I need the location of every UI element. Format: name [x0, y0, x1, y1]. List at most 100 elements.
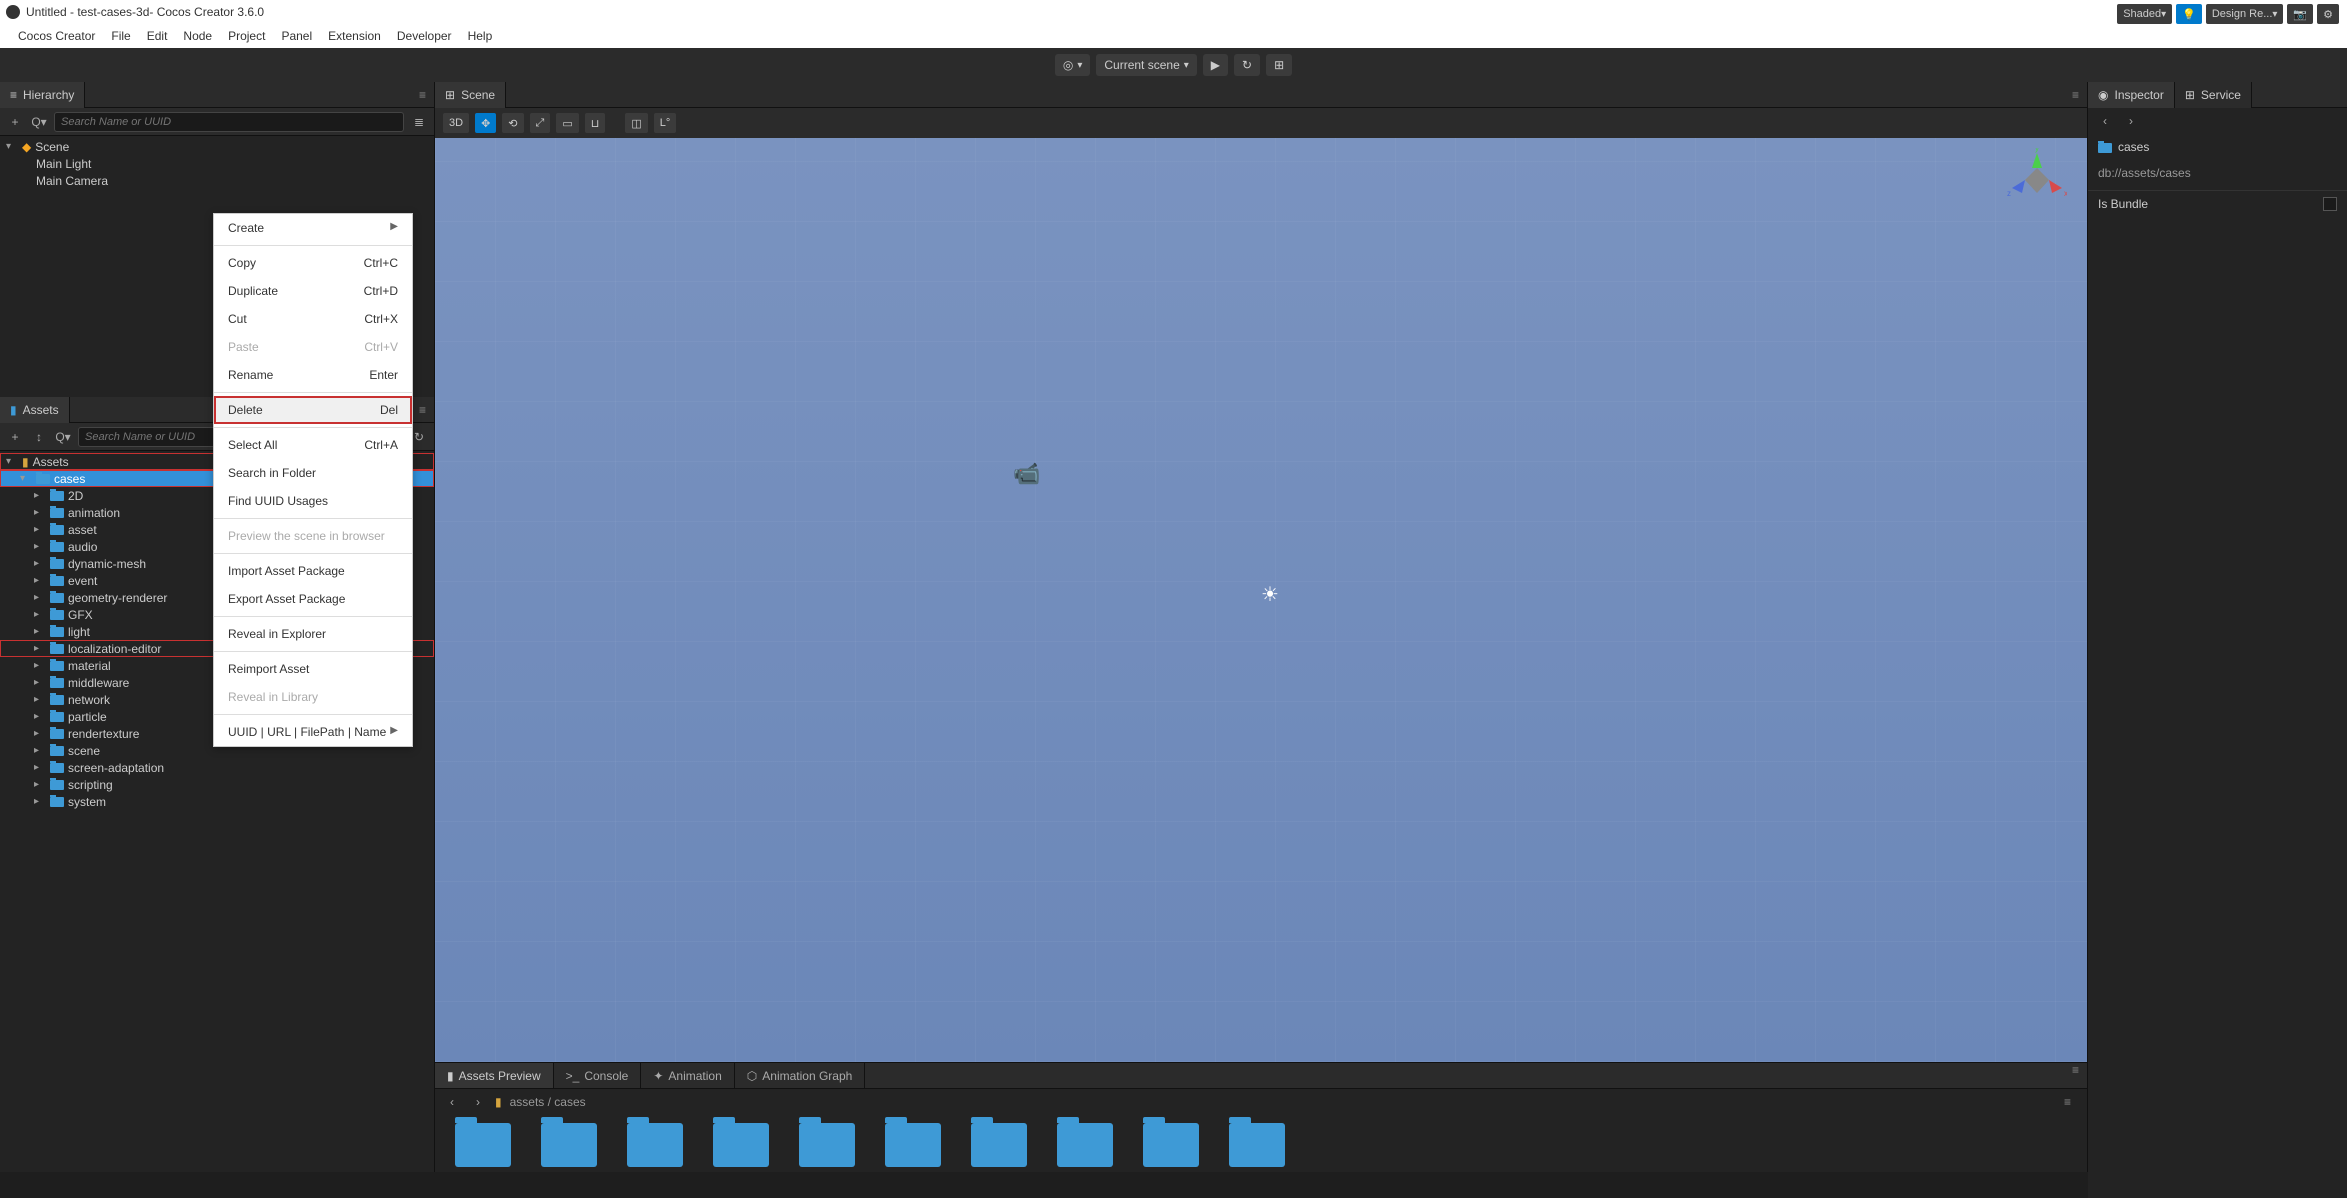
mode-3d-button[interactable]: 3D [443, 113, 469, 133]
forward-icon[interactable]: › [2122, 112, 2140, 130]
caret-icon[interactable]: ▾ [6, 141, 18, 152]
tab-assets-preview[interactable]: ▮Assets Preview [435, 1063, 554, 1088]
caret-icon[interactable]: ▸ [34, 541, 46, 552]
menu-item-find-uuid-usages[interactable]: Find UUID Usages [214, 487, 412, 515]
menu-extension[interactable]: Extension [320, 25, 389, 47]
camera-gizmo-icon[interactable]: 📹 [1013, 461, 1040, 487]
add-icon[interactable]: + [6, 428, 24, 446]
menu-edit[interactable]: Edit [139, 25, 176, 47]
menu-panel[interactable]: Panel [273, 25, 320, 47]
axis-gizmo[interactable]: y x z [2007, 148, 2067, 208]
hierarchy-tab[interactable]: ≡ Hierarchy [0, 82, 85, 108]
menu-item-uuid-url-filepath-name[interactable]: UUID | URL | FilePath | Name▶ [214, 718, 412, 746]
menu-developer[interactable]: Developer [389, 25, 460, 47]
design-dropdown[interactable]: Design Re... ▾ [2206, 4, 2284, 24]
tree-item-main-camera[interactable]: Main Camera [0, 172, 434, 189]
panel-menu-icon[interactable]: ≡ [2056, 1095, 2079, 1109]
list-icon[interactable]: ≣ [410, 113, 428, 131]
tree-item-screen-adaptation[interactable]: ▸screen-adaptation [0, 759, 434, 776]
menu-item-reveal-in-explorer[interactable]: Reveal in Explorer [214, 620, 412, 648]
menu-cocos-creator[interactable]: Cocos Creator [10, 25, 103, 47]
folder-thumbnail[interactable] [455, 1123, 511, 1167]
scene-selector[interactable]: Current scene ▾ [1096, 54, 1196, 76]
menu-item-delete[interactable]: DeleteDel [214, 396, 412, 424]
tree-item-system[interactable]: ▸system [0, 793, 434, 810]
add-icon[interactable]: + [6, 113, 24, 131]
grid-button[interactable]: ⊞ [1266, 54, 1292, 76]
forward-icon[interactable]: › [469, 1093, 487, 1111]
caret-icon[interactable]: ▸ [34, 490, 46, 501]
caret-icon[interactable]: ▸ [34, 728, 46, 739]
search-mode-icon[interactable]: Q▾ [30, 113, 48, 131]
menu-item-rename[interactable]: RenameEnter [214, 361, 412, 389]
caret-icon[interactable]: ▸ [34, 643, 46, 654]
folder-thumbnail[interactable] [799, 1123, 855, 1167]
scale-tool[interactable]: ⤢ [530, 113, 551, 133]
folder-thumbnail[interactable] [1229, 1123, 1285, 1167]
caret-icon[interactable]: ▸ [34, 592, 46, 603]
menu-item-search-in-folder[interactable]: Search in Folder [214, 459, 412, 487]
folder-thumbnail[interactable] [713, 1123, 769, 1167]
caret-icon[interactable]: ▸ [34, 796, 46, 807]
panel-menu-icon[interactable]: ≡ [2064, 88, 2087, 102]
is-bundle-checkbox[interactable] [2323, 197, 2337, 211]
caret-icon[interactable]: ▸ [34, 694, 46, 705]
breadcrumb[interactable]: assets / cases [510, 1095, 586, 1109]
caret-icon[interactable]: ▸ [34, 558, 46, 569]
scene-viewport[interactable]: y x z 📹 ☀ [435, 138, 2087, 1062]
folder-thumbnail[interactable] [971, 1123, 1027, 1167]
light-gizmo-icon[interactable]: ☀ [1261, 582, 1279, 607]
tab-console[interactable]: >_Console [554, 1063, 642, 1088]
caret-icon[interactable]: ▸ [34, 762, 46, 773]
caret-icon[interactable]: ▸ [34, 575, 46, 586]
caret-icon[interactable]: ▸ [34, 626, 46, 637]
camera-capture[interactable]: 📷 [2287, 4, 2313, 24]
hierarchy-search-input[interactable] [54, 112, 404, 132]
caret-icon[interactable]: ▸ [34, 677, 46, 688]
rotate-tool[interactable]: ⟲ [502, 113, 523, 133]
menu-item-duplicate[interactable]: DuplicateCtrl+D [214, 277, 412, 305]
pivot-tool[interactable]: ◫ [625, 113, 647, 133]
gizmo-toggle[interactable]: ◎ ▾ [1055, 54, 1091, 76]
menu-item-select-all[interactable]: Select AllCtrl+A [214, 431, 412, 459]
folder-thumbnail[interactable] [1143, 1123, 1199, 1167]
tree-item-scripting[interactable]: ▸scripting [0, 776, 434, 793]
caret-icon[interactable]: ▸ [34, 507, 46, 518]
caret-icon[interactable]: ▸ [34, 660, 46, 671]
tree-item-scene[interactable]: ▾◆Scene [0, 138, 434, 155]
anchor-tool[interactable]: ⊔ [585, 113, 606, 133]
caret-icon[interactable]: ▾ [20, 473, 32, 484]
caret-icon[interactable]: ▸ [34, 779, 46, 790]
sort-icon[interactable]: ↕ [30, 428, 48, 446]
menu-item-create[interactable]: Create▶ [214, 214, 412, 242]
menu-file[interactable]: File [103, 25, 138, 47]
menu-item-export-asset-package[interactable]: Export Asset Package [214, 585, 412, 613]
panel-menu-icon[interactable]: ≡ [411, 403, 434, 417]
tree-item-main-light[interactable]: Main Light [0, 155, 434, 172]
local-tool[interactable]: L° [654, 113, 677, 133]
menu-project[interactable]: Project [220, 25, 273, 47]
light-toggle[interactable]: 💡 [2176, 4, 2202, 24]
folder-thumbnail[interactable] [627, 1123, 683, 1167]
folder-thumbnail[interactable] [1057, 1123, 1113, 1167]
folder-thumbnail[interactable] [541, 1123, 597, 1167]
play-button[interactable]: ▶ [1203, 54, 1228, 76]
scene-tab[interactable]: ⊞ Scene [435, 82, 506, 108]
caret-icon[interactable]: ▸ [34, 745, 46, 756]
rect-tool[interactable]: ▭ [556, 113, 578, 133]
menu-item-import-asset-package[interactable]: Import Asset Package [214, 557, 412, 585]
caret-icon[interactable]: ▸ [34, 524, 46, 535]
menu-node[interactable]: Node [175, 25, 220, 47]
menu-item-reimport-asset[interactable]: Reimport Asset [214, 655, 412, 683]
menu-help[interactable]: Help [460, 25, 501, 47]
back-icon[interactable]: ‹ [443, 1093, 461, 1111]
move-tool[interactable]: ✥ [475, 113, 496, 133]
folder-thumbnail[interactable] [885, 1123, 941, 1167]
back-icon[interactable]: ‹ [2096, 112, 2114, 130]
service-tab[interactable]: ⊞ Service [2175, 82, 2252, 108]
caret-icon[interactable]: ▸ [34, 609, 46, 620]
caret-icon[interactable]: ▸ [34, 711, 46, 722]
search-mode-icon[interactable]: Q▾ [54, 428, 72, 446]
tab-animation-graph[interactable]: ⬡Animation Graph [735, 1063, 866, 1088]
menu-item-cut[interactable]: CutCtrl+X [214, 305, 412, 333]
